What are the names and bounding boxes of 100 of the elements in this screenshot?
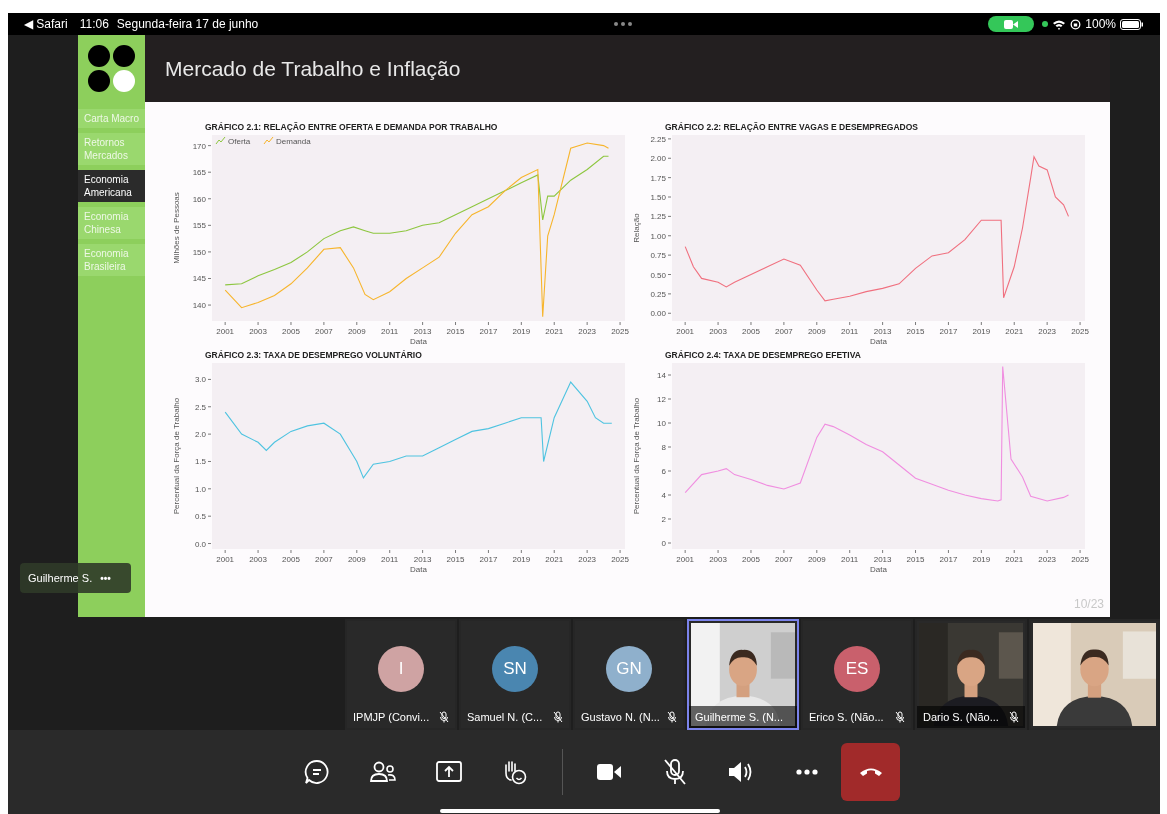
more-button[interactable]: ••• — [100, 570, 111, 586]
axis-tick-label: 2003 — [709, 327, 727, 336]
axis-tick-label: 1.0 — [194, 484, 206, 494]
status-dot-icon — [1042, 21, 1049, 27]
avatar: ES — [834, 646, 880, 692]
participant-tile[interactable]: SN Samuel N. (C... — [459, 619, 571, 730]
axis-tick-label: 2003 — [249, 327, 267, 336]
axis-tick-label: 2 — [661, 515, 666, 524]
chart-title: GRÁFICO 2.2: RELAÇÃO ENTRE VAGAS E DESEMPREGADOS — [664, 122, 919, 133]
axis-tick-label: 160 — [192, 194, 206, 204]
back-link[interactable]: ◀ Safari — [24, 15, 68, 33]
logo-icon — [86, 43, 137, 94]
axis-tick-label: 0.0 — [194, 539, 206, 549]
axis-tick-label: 2011 — [381, 327, 399, 336]
axis-tick-label: 2007 — [315, 555, 333, 564]
axis-tick-label: 2025 — [611, 555, 629, 564]
battery-icon — [1120, 18, 1144, 30]
participant-tile[interactable]: Guilherme S. (N... — [687, 619, 799, 730]
axis-tick-label: 10 — [657, 419, 666, 428]
axis-tick-label: 2023 — [1038, 555, 1057, 564]
axis-tick-label: 145 — [192, 274, 206, 284]
camera-icon — [596, 763, 622, 781]
status-date: Segunda-feira 17 de junho — [116, 16, 259, 33]
axis-tick-label: 2023 — [578, 327, 597, 336]
axis-tick-label: 1.75 — [650, 173, 666, 183]
axis-tick-label: 150 — [192, 247, 206, 257]
legend-label: Demanda — [276, 137, 311, 146]
axis-tick-label: 2003 — [709, 555, 727, 564]
axis-tick-label: 0 — [661, 539, 666, 548]
more-icon — [796, 769, 818, 775]
participant-name: Gustavo N. (N... — [581, 709, 660, 725]
multitask-dots-icon[interactable] — [613, 21, 634, 27]
legend-label: Oferta — [228, 137, 251, 146]
axis-tick-label: 2025 — [1071, 555, 1089, 564]
avatar: SN — [492, 646, 538, 692]
axis-tick-label: 2017 — [939, 555, 958, 564]
axis-tick-label: 2015 — [906, 555, 925, 564]
nav-item[interactable]: Economia Americana — [78, 170, 145, 202]
axis-tick-label: 2011 — [841, 327, 859, 336]
axis-tick-label: 6 — [661, 467, 666, 476]
axis-tick-label: 2019 — [972, 327, 991, 336]
camera-indicator-icon — [988, 16, 1035, 32]
axis-tick-label: 2011 — [841, 555, 859, 564]
axis-tick-label: 170 — [192, 141, 206, 151]
axis-tick-label: 2021 — [545, 555, 564, 564]
axis-tick-label: 2023 — [578, 555, 597, 564]
axis-tick-label: 2013 — [873, 555, 892, 564]
axis-tick-label: 8 — [661, 443, 666, 452]
participant-tile[interactable]: GN Gustavo N. (N... — [573, 619, 685, 730]
axis-tick-label: 2013 — [413, 327, 432, 336]
hang-up-button[interactable] — [841, 743, 900, 801]
axis-tick-label: 12 — [657, 395, 666, 404]
axis-tick-label: 2013 — [413, 555, 432, 564]
axis-tick-label: 140 — [192, 301, 206, 311]
chart-title: GRÁFICO 2.1: RELAÇÃO ENTRE OFERTA E DEMANDA POR TRABALHO — [204, 122, 499, 133]
participant-tile[interactable]: I IPMJP (Convi... — [345, 619, 457, 730]
axis-tick-label: 165 — [192, 168, 206, 178]
axis-tick-label: 2.5 — [194, 402, 206, 412]
axis-tick-label: 2025 — [611, 327, 629, 336]
axis-title: Data — [870, 337, 887, 346]
axis-title: Percentual da Força de Trabalho — [632, 397, 641, 515]
participant-tile[interactable]: ES Erico S. (Não... — [801, 619, 913, 730]
axis-tick-label: 2017 — [479, 327, 498, 336]
participant-name: Erico S. (Não... — [809, 709, 884, 725]
axis-title: Percentual da Força de Trabalho — [172, 397, 181, 515]
axis-tick-label: 2007 — [775, 327, 793, 336]
status-time: 11:06 — [79, 16, 109, 33]
axis-title: Milhões de Pessoas — [172, 192, 181, 264]
slide-title: Mercado de Trabalho e Inflação — [165, 55, 461, 82]
axis-tick-label: 1.00 — [650, 231, 666, 241]
axis-tick-label: 1.5 — [194, 457, 206, 467]
share-screen-icon — [436, 761, 462, 783]
axis-tick-label: 2003 — [249, 555, 267, 564]
axis-tick-label: 2005 — [282, 555, 300, 564]
axis-tick-label: 2005 — [742, 555, 760, 564]
axis-tick-label: 2001 — [216, 327, 235, 336]
presenter-name: Guilherme S. — [28, 570, 93, 586]
axis-tick-label: 0.75 — [650, 251, 666, 261]
axis-tick-label: 0.50 — [650, 270, 666, 280]
axis-tick-label: 2009 — [347, 327, 366, 336]
axis-tick-label: 155 — [192, 221, 206, 231]
legend-swatch-icon — [215, 136, 226, 145]
axis-tick-label: 1.50 — [650, 193, 666, 202]
chart-title: GRÁFICO 2.3: TAXA DE DESEMPREGO VOLUNTÁRIO — [204, 350, 423, 361]
axis-tick-label: 2.00 — [650, 154, 666, 164]
avatar: GN — [606, 646, 652, 692]
axis-tick-label: 2023 — [1038, 327, 1057, 336]
axis-tick-label: 2007 — [775, 555, 793, 564]
axis-title: Data — [410, 337, 427, 346]
axis-tick-label: 1.25 — [650, 212, 666, 222]
avatar: I — [378, 646, 424, 692]
phone-icon — [858, 767, 883, 777]
axis-tick-label: 2015 — [446, 327, 465, 336]
axis-tick-label: 2009 — [807, 327, 826, 336]
axis-tick-label: 2005 — [742, 327, 760, 336]
participant-name: Guilherme S. (N... — [695, 709, 784, 725]
axis-tick-label: 2001 — [676, 327, 695, 336]
participant-tile[interactable]: Dario S. (Não... — [915, 619, 1027, 730]
axis-title: Data — [870, 565, 887, 574]
axis-tick-label: 0.5 — [194, 512, 206, 522]
